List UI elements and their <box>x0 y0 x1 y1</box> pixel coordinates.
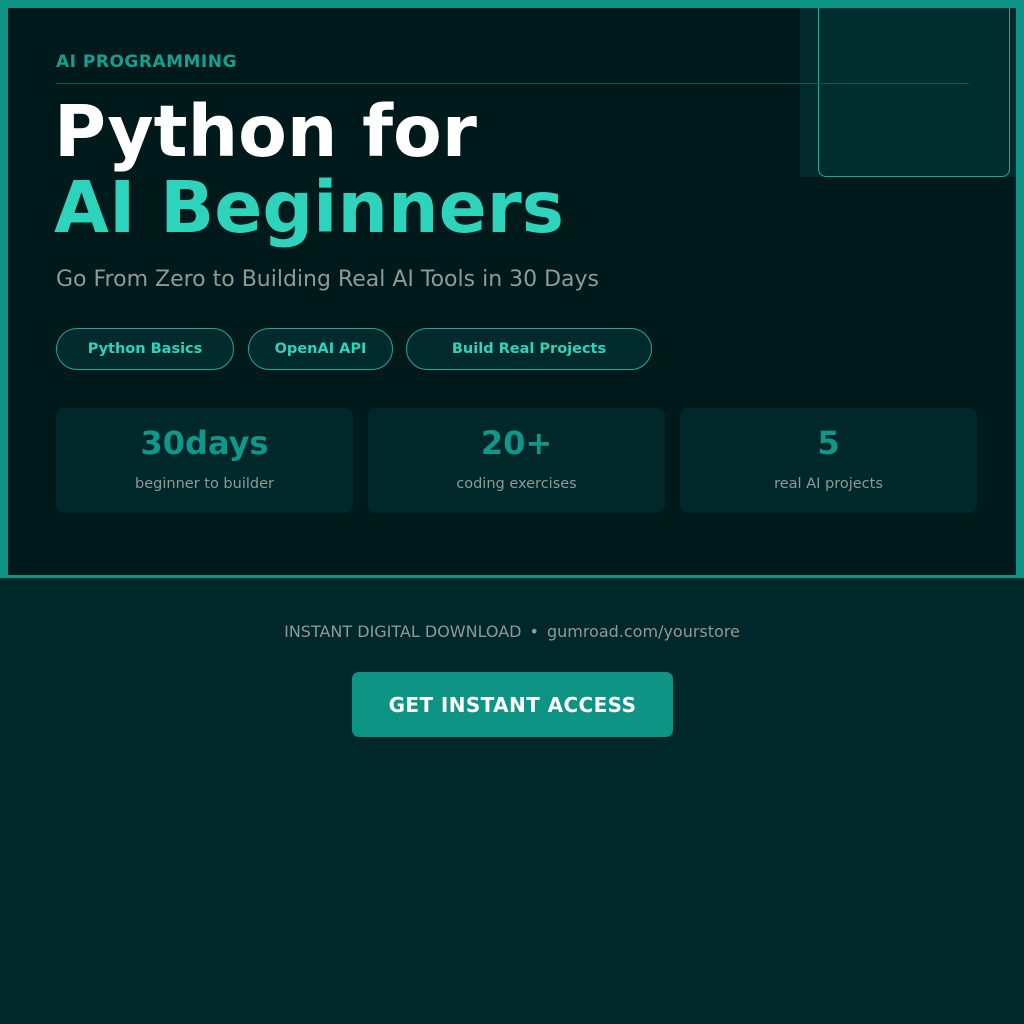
subtitle: Go From Zero to Building Real AI Tools i… <box>56 267 600 292</box>
stat-card-exercises: 20+ coding exercises <box>368 408 665 513</box>
stat-card-duration: 30days beginner to builder <box>56 408 353 513</box>
tag-openai-api: OpenAI API <box>248 328 393 370</box>
delivery-label: INSTANT DIGITAL DOWNLOAD <box>284 622 522 641</box>
stat-card-projects: 5 real AI projects <box>680 408 977 513</box>
stat-value: 30days <box>140 424 269 462</box>
tag-build-real-projects: Build Real Projects <box>406 328 652 370</box>
decorative-frame <box>818 8 1010 177</box>
store-link[interactable]: gumroad.com/yourstore <box>547 622 740 641</box>
hero-section: AI PROGRAMMING Python for AI Beginners G… <box>0 0 1024 578</box>
category-label: AI PROGRAMMING <box>56 52 237 72</box>
headline-line-2: AI Beginners <box>54 166 565 249</box>
delivery-info: INSTANT DIGITAL DOWNLOAD • gumroad.com/you… <box>0 622 1024 641</box>
stat-label: beginner to builder <box>135 476 274 492</box>
stat-label: coding exercises <box>456 476 577 492</box>
headline-line-1: Python for <box>54 90 477 173</box>
stat-value: 20+ <box>480 424 553 462</box>
tag-python-basics: Python Basics <box>56 328 234 370</box>
divider <box>56 83 969 84</box>
bullet-separator: • <box>529 622 539 641</box>
stat-value: 5 <box>817 424 840 462</box>
get-access-button[interactable]: GET INSTANT ACCESS <box>352 672 673 737</box>
stat-label: real AI projects <box>774 476 883 492</box>
